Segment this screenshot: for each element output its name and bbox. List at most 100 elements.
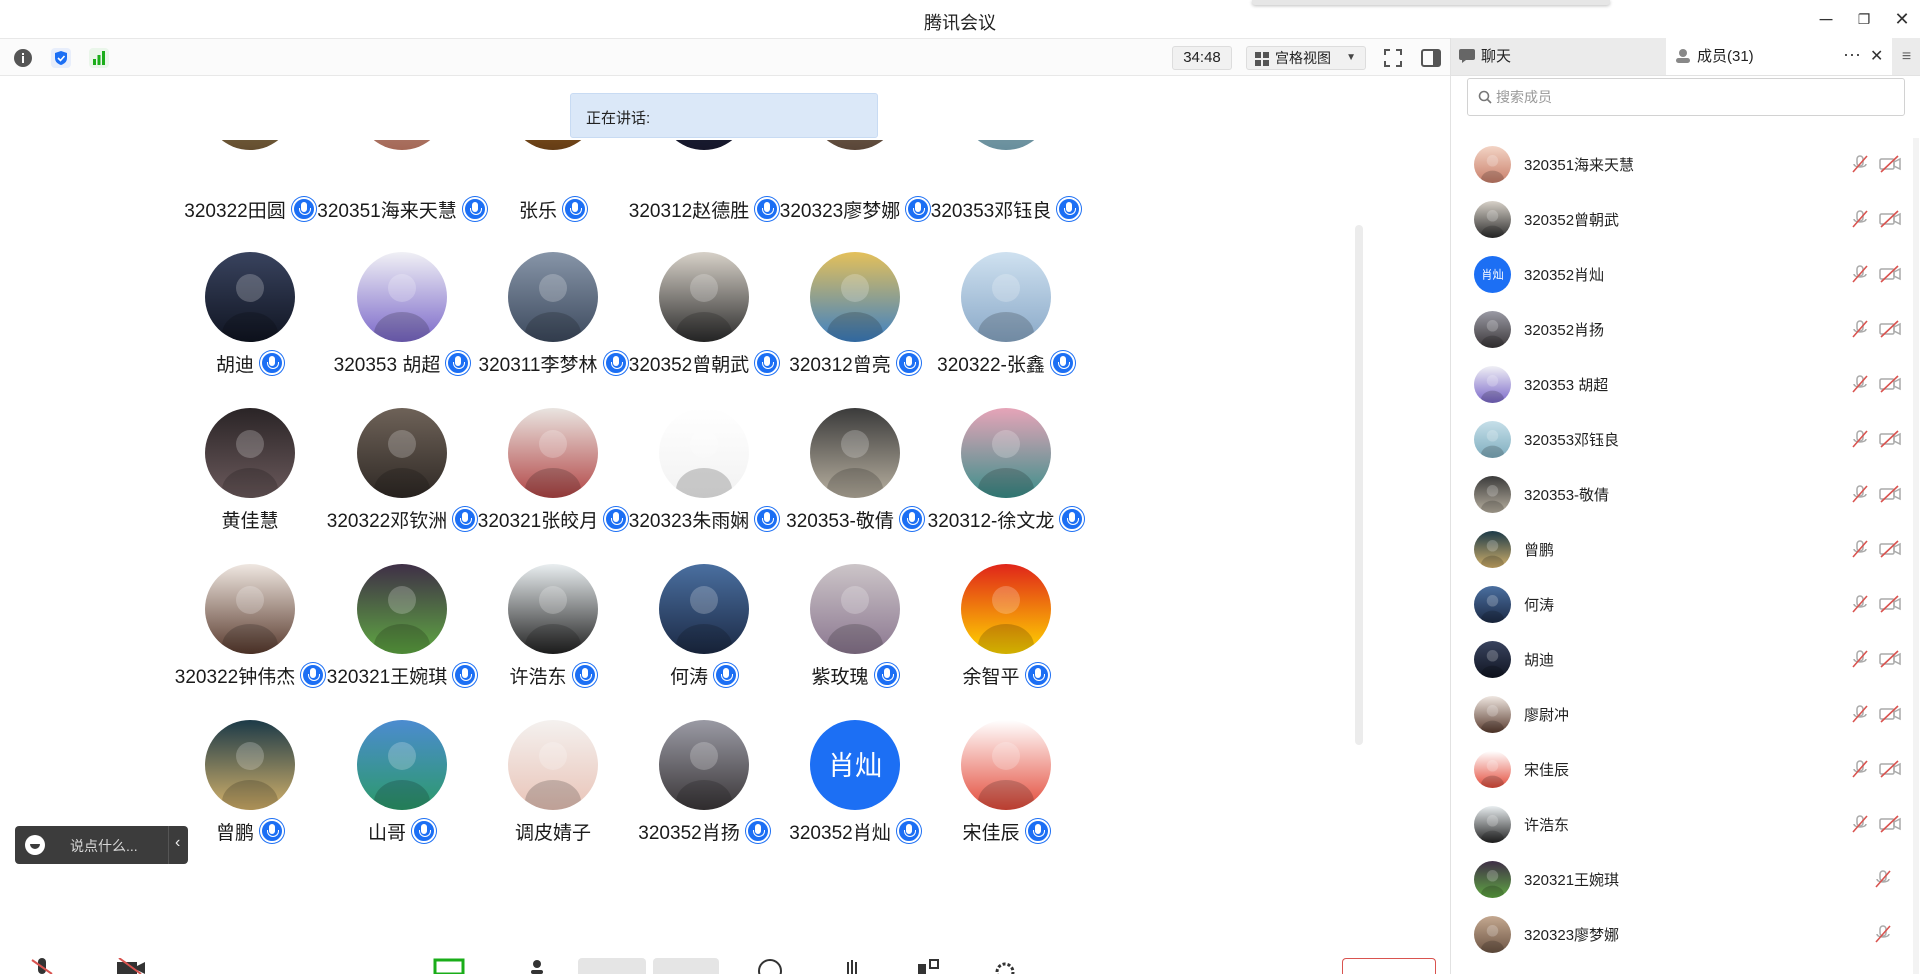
member-row[interactable]: 320351海来天慧 — [1451, 138, 1920, 193]
participant-tile[interactable]: 320312-徐文龙 — [906, 408, 1106, 548]
mic-muted-icon[interactable] — [1850, 319, 1870, 339]
member-row[interactable]: 廖尉冲 — [1451, 688, 1920, 743]
member-row[interactable]: 320321王婉琪 — [1451, 853, 1920, 908]
leave-meeting-button[interactable] — [1342, 958, 1436, 974]
member-row[interactable]: 320352曾朝武 — [1451, 193, 1920, 248]
collapse-chevron-icon[interactable]: ‹ — [175, 834, 180, 852]
avatar-initials: 肖灿 — [828, 751, 882, 782]
participant-avatar — [810, 408, 900, 498]
member-name: 廖尉冲 — [1524, 707, 1570, 724]
record-icon[interactable] — [757, 958, 783, 974]
panel-menu-icon[interactable]: ≡ — [1892, 38, 1920, 75]
person-icon — [1676, 49, 1690, 63]
view-mode-selector[interactable]: 宫格视图 ▼ — [1246, 46, 1366, 70]
camera-off-icon[interactable] — [1879, 429, 1901, 449]
participant-avatar — [357, 408, 447, 498]
close-panel-icon[interactable]: ✕ — [1870, 46, 1883, 66]
participant-tile[interactable]: 余智平 — [906, 564, 1106, 704]
tab-chat[interactable]: 聊天 — [1451, 38, 1666, 75]
camera-off-icon[interactable] — [1879, 814, 1901, 834]
member-avatar — [1474, 146, 1511, 183]
mic-muted-icon[interactable] — [1873, 924, 1893, 944]
camera-off-icon[interactable] — [1879, 209, 1901, 229]
chat-input-placeholder[interactable]: 说点什么... — [70, 836, 138, 856]
mic-muted-icon[interactable] — [1850, 374, 1870, 394]
mic-muted-icon[interactable] — [1850, 814, 1870, 834]
info-icon[interactable] — [12, 47, 34, 69]
member-row[interactable]: 320353邓钰良 — [1451, 413, 1920, 468]
meeting-timer: 34:48 — [1172, 46, 1232, 70]
member-search-input[interactable] — [1496, 87, 1876, 107]
participant-name: 320323朱雨娴 — [628, 511, 750, 532]
member-search-box[interactable] — [1467, 78, 1905, 116]
member-row[interactable]: 许浩东 — [1451, 798, 1920, 853]
mic-muted-icon[interactable] — [1850, 704, 1870, 724]
camera-off-icon[interactable] — [115, 958, 147, 974]
apps-icon[interactable] — [916, 958, 942, 974]
participant-avatar — [205, 564, 295, 654]
mic-muted-icon[interactable] — [1850, 759, 1870, 779]
chat-input-bar[interactable]: 说点什么... ‹ — [15, 826, 188, 864]
member-row[interactable]: 320323廖梦娜 — [1451, 908, 1920, 963]
participant-name: 320322钟伟杰 — [174, 667, 296, 688]
participant-tile[interactable]: 320322-张鑫 — [906, 252, 1106, 392]
camera-off-icon[interactable] — [1879, 704, 1901, 724]
screen-share-icon[interactable] — [433, 958, 465, 974]
participant-name: 曾鹏 — [215, 823, 254, 844]
more-options-icon[interactable]: ··· — [1843, 44, 1861, 65]
camera-off-icon[interactable] — [1879, 484, 1901, 504]
minimize-button[interactable]: ─ — [1812, 6, 1840, 32]
mic-muted-icon[interactable] — [1850, 539, 1870, 559]
member-row[interactable]: 何涛 — [1451, 578, 1920, 633]
mic-active-icon — [714, 663, 738, 687]
mic-muted-icon[interactable] — [1850, 594, 1870, 614]
participant-tile[interactable]: 宋佳辰 — [906, 720, 1106, 850]
bottom-control-bar — [0, 950, 1450, 974]
raise-hand-icon[interactable] — [842, 958, 862, 974]
member-row[interactable]: 320352肖扬 — [1451, 303, 1920, 358]
mic-muted-icon[interactable] — [1850, 154, 1870, 174]
member-row[interactable]: 320353 胡超 — [1451, 358, 1920, 413]
mic-muted-icon[interactable] — [1850, 264, 1870, 284]
popup-edge — [1252, 0, 1610, 5]
close-button[interactable]: ✕ — [1888, 6, 1916, 32]
camera-off-icon[interactable] — [1879, 759, 1901, 779]
camera-off-icon[interactable] — [1879, 594, 1901, 614]
members-icon[interactable] — [526, 958, 548, 974]
mic-muted-icon[interactable] — [1850, 649, 1870, 669]
member-row[interactable]: 曾鹏 — [1451, 523, 1920, 578]
participant-name: 320353邓钰良 — [930, 201, 1052, 222]
speaking-label: 正在讲话: — [586, 110, 651, 127]
camera-off-icon[interactable] — [1879, 539, 1901, 559]
mic-muted-icon[interactable] — [1850, 484, 1870, 504]
tab-members[interactable]: 成员(31) — [1667, 38, 1871, 75]
camera-off-icon[interactable] — [1879, 319, 1901, 339]
camera-off-icon[interactable] — [1879, 374, 1901, 394]
camera-off-icon[interactable] — [1879, 154, 1901, 174]
emoji-icon[interactable] — [25, 835, 45, 855]
participant-name: 320352曾朝武 — [628, 355, 750, 376]
mic-muted-icon[interactable] — [1873, 869, 1893, 889]
toggle-sidebar-icon[interactable] — [1420, 47, 1442, 69]
member-row[interactable]: 胡迪 — [1451, 633, 1920, 688]
mic-muted-icon[interactable] — [1850, 209, 1870, 229]
member-row[interactable]: 宋佳辰 — [1451, 743, 1920, 798]
fullscreen-icon[interactable] — [1382, 47, 1404, 69]
participant-avatar — [357, 720, 447, 810]
camera-off-icon[interactable] — [1879, 649, 1901, 669]
title-bar: 腾讯会议 ─ ❐ ✕ — [0, 0, 1920, 38]
member-list-scrollbar[interactable] — [1913, 138, 1919, 974]
camera-off-icon[interactable] — [1879, 264, 1901, 284]
security-shield-icon[interactable] — [50, 47, 72, 69]
restore-button[interactable]: ❐ — [1850, 6, 1878, 32]
grid-scrollbar[interactable] — [1355, 225, 1363, 745]
settings-icon[interactable] — [993, 958, 1017, 974]
member-row[interactable]: 320353-敬倩 — [1451, 468, 1920, 523]
member-row[interactable]: 肖灿 320352肖灿 — [1451, 248, 1920, 303]
mute-mic-icon[interactable] — [30, 958, 56, 974]
network-signal-icon[interactable] — [88, 47, 110, 69]
mic-muted-icon[interactable] — [1850, 429, 1870, 449]
chat-button[interactable] — [653, 958, 719, 974]
members-button[interactable] — [578, 958, 646, 974]
tab-chat-label: 聊天 — [1481, 48, 1512, 65]
